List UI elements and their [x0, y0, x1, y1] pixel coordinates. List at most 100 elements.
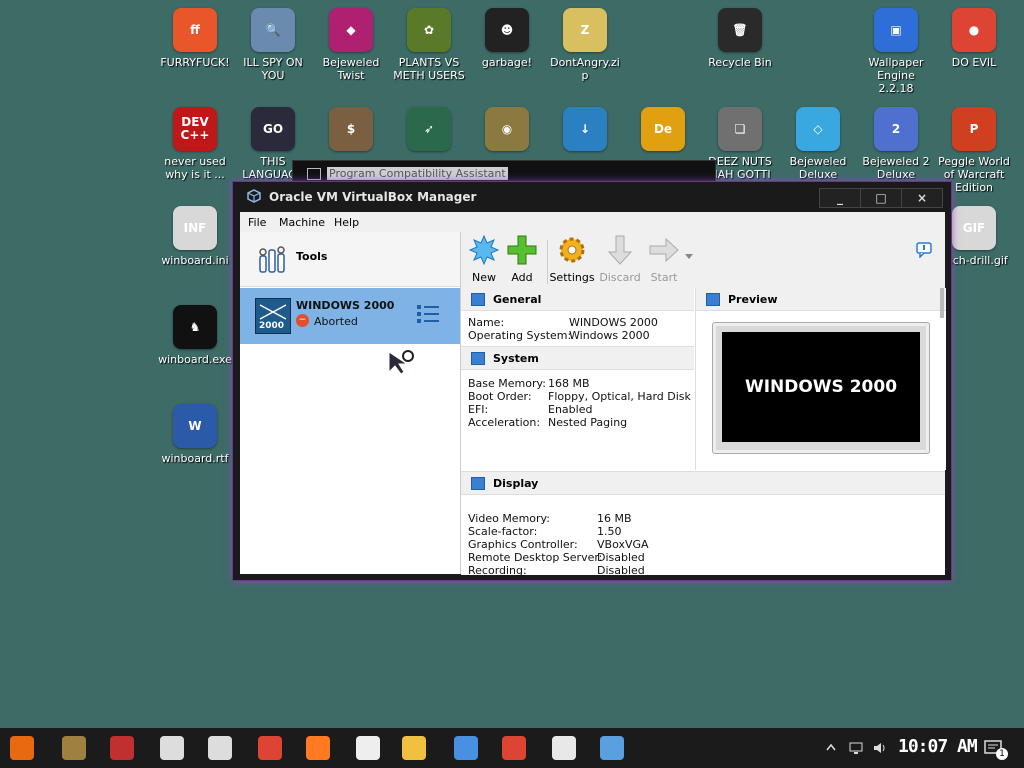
taskbar-app2-icon[interactable]	[110, 736, 134, 760]
system-header[interactable]: System	[461, 347, 694, 370]
desktop-icon-label: ILL SPY ON YOU	[243, 56, 303, 82]
add-button[interactable]: Add	[501, 234, 543, 284]
desktop-icon-bejeweled-deluxe[interactable]: ◇ Bejeweled Deluxe	[780, 107, 856, 181]
settings-button[interactable]: Settings	[549, 234, 595, 284]
taskbar-qbittorrent-icon[interactable]	[454, 736, 478, 760]
desktop-icon-label: winboard.exe	[158, 353, 232, 366]
deez-nuts-icon: ❏	[718, 107, 762, 151]
settings-gear-icon	[559, 237, 585, 263]
general-header[interactable]: General	[461, 288, 694, 311]
menu-machine[interactable]: Machine	[279, 216, 325, 229]
de-icon: De	[641, 107, 685, 151]
acceleration-value: Nested Paging	[548, 416, 628, 429]
display-header[interactable]: Display	[461, 472, 945, 495]
aborted-state-icon: −	[296, 314, 309, 327]
desktop-icon-idm[interactable]: ↓	[547, 107, 623, 155]
details-pane: General Name: WINDOWS 2000 Operating Sys…	[461, 288, 946, 577]
display-monitor-icon	[471, 477, 485, 490]
desktop-icon-label: never used why is it ...	[164, 155, 226, 181]
volume-icon[interactable]	[872, 740, 888, 756]
desktop-icon-do-evil[interactable]: ● DO EVIL	[936, 8, 1012, 69]
minimize-button[interactable]: _	[819, 188, 861, 208]
desktop-icon-peggle[interactable]: P Peggle World of Warcraft Edition	[936, 107, 1012, 194]
start-dropdown-chevron-icon[interactable]	[685, 254, 693, 260]
peggle-icon: P	[952, 107, 996, 151]
scale-factor-value: 1.50	[597, 525, 622, 538]
discard-button[interactable]: Discard	[599, 234, 641, 284]
taskbar-7zip-icon[interactable]	[356, 736, 380, 760]
preview-monitor-icon	[706, 293, 720, 306]
taskbar-start-icon[interactable]	[10, 736, 34, 760]
desktop-icon-ill-spy[interactable]: 🔍 ILL SPY ON YOU	[235, 8, 311, 82]
desktop-icon-label: winboard.ini	[161, 254, 229, 267]
desktop-icon-coin[interactable]: ◉	[469, 107, 545, 155]
taskbar-chrome2-icon[interactable]	[502, 736, 526, 760]
preview-header[interactable]: Preview	[696, 288, 946, 311]
recording-label: Recording:	[468, 564, 527, 577]
vm-details-menu-icon[interactable]	[416, 302, 440, 326]
close-button[interactable]: ×	[901, 188, 943, 208]
maximize-button[interactable]: □	[860, 188, 902, 208]
desktop-icon-winboard-rtf[interactable]: Wwinboard.rtf	[157, 404, 233, 465]
taskbar-app4-icon[interactable]	[208, 736, 232, 760]
taskbar-chrome-icon[interactable]	[258, 736, 282, 760]
os-value: Windows 2000	[569, 329, 650, 342]
window-client: File Machine Help Tools 2000 WINDOWS 200…	[240, 212, 946, 577]
taskbar-app3-icon[interactable]	[160, 736, 184, 760]
desktop-icon-bejeweled-twist[interactable]: ◆ Bejeweled Twist	[313, 8, 389, 82]
system-chip-icon	[471, 352, 485, 365]
desktop-icon-garbage[interactable]: ☻ garbage!	[469, 8, 545, 69]
taskbar-tasklist-icon[interactable]	[552, 736, 576, 760]
coin-icon: ◉	[485, 107, 529, 151]
desktop-icon-plants-vs-meth[interactable]: ✿ PLANTS VS METH USERS	[391, 8, 467, 82]
desktop-icon-bejeweled2-deluxe[interactable]: 2 Bejeweled 2 Deluxe	[858, 107, 934, 181]
busy-cursor-icon	[388, 350, 414, 375]
preview-screen: WINDOWS 2000	[722, 332, 920, 442]
bejeweled-twist-icon: ◆	[329, 8, 373, 52]
clock[interactable]: 10:07 AM	[898, 736, 978, 757]
title-bar[interactable]: Oracle VM VirtualBox Manager _ □ ×	[233, 182, 951, 212]
graphics-controller-value: VBoxVGA	[597, 538, 649, 551]
never-used-icon: DEV C++	[173, 107, 217, 151]
recycle-bin-icon: 🗑	[718, 8, 762, 52]
desktop-icon-label: DontAngry.zip	[550, 56, 620, 82]
base-memory-label: Base Memory:	[468, 377, 546, 390]
menu-file[interactable]: File	[248, 216, 266, 229]
remote-desktop-label: Remote Desktop Server:	[468, 551, 603, 564]
start-button[interactable]: Start	[643, 234, 685, 284]
network-icon[interactable]	[848, 740, 864, 756]
details-scrollbar[interactable]	[940, 288, 944, 318]
menu-bar: File Machine Help	[240, 212, 945, 232]
taskbar-firefox-icon[interactable]	[306, 736, 330, 760]
desktop-icon-de[interactable]: De	[625, 107, 701, 155]
plants-vs-meth-icon: ✿	[407, 8, 451, 52]
menu-help[interactable]: Help	[334, 216, 359, 229]
taskbar-explorer-icon[interactable]	[402, 736, 426, 760]
desktop-icon-furryfuck[interactable]: ff FURRYFUCK!	[157, 8, 233, 69]
vm-list-item[interactable]: 2000 WINDOWS 2000 − Aborted	[240, 288, 460, 344]
video-memory-value: 16 MB	[597, 512, 632, 525]
tray-expand-chevron-icon[interactable]	[826, 743, 836, 751]
idm-icon: ↓	[563, 107, 607, 151]
taskbar: 10:07 AM 1	[0, 728, 1024, 768]
tools-item[interactable]: Tools	[240, 232, 460, 287]
desktop-icon-dontangry[interactable]: Z DontAngry.zip	[547, 8, 623, 82]
taskbar-app1-icon[interactable]	[62, 736, 86, 760]
display-title: Display	[493, 477, 539, 490]
desktop-icon-recycle-bin[interactable]: 🗑 Recycle Bin	[702, 8, 778, 69]
desktop-icon-rocket[interactable]: ➶	[391, 107, 467, 155]
desktop-icon-never-used[interactable]: DEV C++ never used why is it ...	[157, 107, 233, 181]
new-button[interactable]: New	[463, 234, 505, 284]
help-balloon-icon[interactable]	[916, 242, 932, 258]
discard-arrow-icon	[607, 235, 633, 265]
taskbar-virtualbox-icon[interactable]	[600, 736, 624, 760]
system-title: System	[493, 352, 539, 365]
name-value: WINDOWS 2000	[569, 316, 658, 329]
desktop-icon-money[interactable]: $	[313, 107, 389, 155]
machine-list-pane: Tools 2000 WINDOWS 2000 − Aborted	[240, 232, 461, 574]
desktop-icon-winboard-ini[interactable]: INF winboard.ini	[157, 206, 233, 267]
desktop-icon-wallpaper-engine[interactable]: ▣ Wallpaper Engine 2.2.18	[858, 8, 934, 95]
desktop-icon-winboard-exe[interactable]: ♞ winboard.exe	[157, 305, 233, 366]
video-memory-label: Video Memory:	[468, 512, 550, 525]
efi-value: Enabled	[548, 403, 593, 416]
